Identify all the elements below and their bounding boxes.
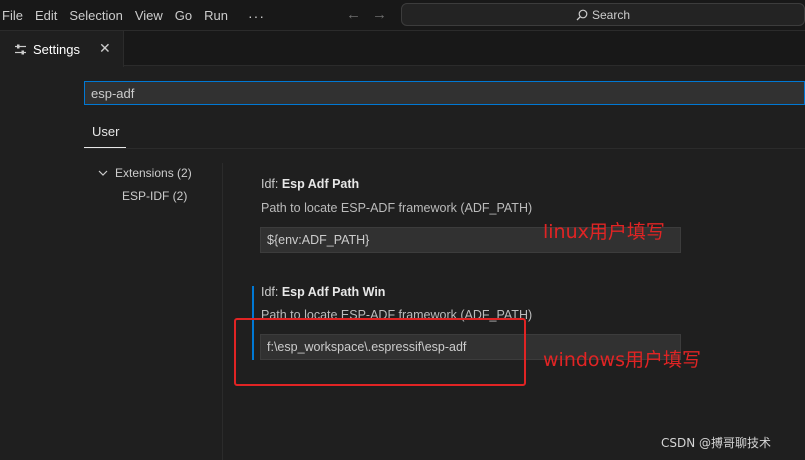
- toc-divider: [222, 163, 223, 460]
- menu-go[interactable]: Go: [169, 0, 198, 31]
- menu-view[interactable]: View: [129, 0, 169, 31]
- setting-category: Idf:: [261, 285, 282, 299]
- setting-name: Esp Adf Path: [281, 177, 360, 191]
- settings-search-input[interactable]: [84, 81, 805, 105]
- toc-extensions-label: Extensions (2): [115, 166, 192, 180]
- title-bar: File Edit Selection View Go Run ··· ← → …: [0, 0, 805, 31]
- watermark: CSDN @搏哥聊技术: [661, 436, 772, 450]
- tab-bar: Settings ✕: [0, 31, 805, 67]
- tab-user-scope[interactable]: User: [92, 124, 119, 139]
- menu-more-icon[interactable]: ···: [234, 8, 275, 24]
- annotation-highlight-box: [234, 318, 526, 386]
- scope-divider: [84, 148, 805, 149]
- setting-category: Idf:: [261, 177, 282, 191]
- setting-esp-adf-path-win-title: Idf: Esp Adf Path Win: [261, 285, 385, 299]
- setting-name: Esp Adf Path Win: [281, 285, 386, 299]
- chevron-down-icon: [97, 167, 109, 179]
- back-arrow-icon[interactable]: ←: [346, 6, 361, 23]
- forward-arrow-icon[interactable]: →: [372, 6, 387, 23]
- tab-settings[interactable]: Settings ✕: [0, 31, 124, 67]
- toc-extensions[interactable]: Extensions (2): [97, 166, 192, 180]
- setting-esp-adf-path-description: Path to locate ESP-ADF framework (ADF_PA…: [261, 201, 533, 215]
- annotation-linux: linux用户填写: [543, 221, 665, 243]
- annotation-windows: windows用户填写: [543, 349, 701, 371]
- menu-edit[interactable]: Edit: [29, 0, 63, 31]
- command-center-search[interactable]: Search: [401, 3, 805, 26]
- search-icon: [576, 9, 588, 21]
- menu-bar: File Edit Selection View Go Run ···: [0, 0, 275, 31]
- scope-active-underline: [84, 147, 126, 148]
- tab-settings-label: Settings: [33, 41, 80, 57]
- menu-file[interactable]: File: [0, 0, 29, 31]
- toc-esp-idf[interactable]: ESP-IDF (2): [122, 189, 187, 203]
- close-icon[interactable]: ✕: [99, 40, 111, 57]
- menu-run[interactable]: Run: [198, 0, 234, 31]
- menu-selection[interactable]: Selection: [63, 0, 128, 31]
- search-label: Search: [591, 7, 631, 22]
- settings-sliders-icon: [14, 43, 27, 56]
- setting-esp-adf-path-title: Idf: Esp Adf Path: [261, 177, 359, 191]
